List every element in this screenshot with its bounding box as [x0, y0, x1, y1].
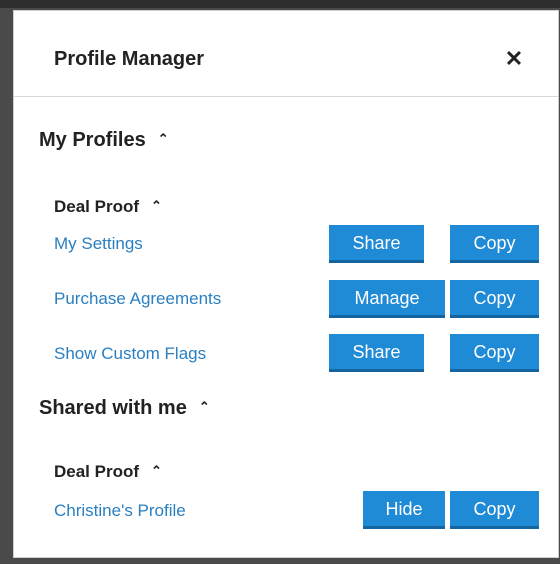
- share-button[interactable]: Share: [329, 334, 424, 372]
- chevron-up-icon[interactable]: ⌃: [199, 399, 210, 415]
- group-heading-label: Deal Proof: [54, 197, 140, 216]
- chevron-up-icon[interactable]: ⌃: [151, 198, 162, 214]
- manage-button[interactable]: Manage: [329, 280, 445, 318]
- copy-button[interactable]: Copy: [450, 491, 539, 529]
- shared-with-me-heading-label: Shared with me: [39, 397, 187, 419]
- copy-button[interactable]: Copy: [450, 225, 539, 263]
- page-backdrop: Profile Manager ✕ My Profiles ⌃ Deal Proo…: [0, 0, 560, 564]
- my-profiles-heading[interactable]: My Profiles ⌃: [39, 129, 169, 152]
- hide-button[interactable]: Hide: [363, 491, 445, 529]
- profile-link-my-settings[interactable]: My Settings: [54, 234, 143, 254]
- profile-manager-dialog: Profile Manager ✕ My Profiles ⌃ Deal Proo…: [13, 10, 559, 558]
- profile-link-show-custom-flags[interactable]: Show Custom Flags: [54, 344, 206, 364]
- dialog-header: Profile Manager ✕: [14, 11, 558, 97]
- my-profiles-heading-label: My Profiles: [39, 129, 146, 151]
- my-profiles-group-deal-proof[interactable]: Deal Proof ⌃: [54, 197, 162, 217]
- group-heading-label: Deal Proof: [54, 462, 140, 481]
- copy-button[interactable]: Copy: [450, 280, 539, 318]
- background-top-strip: [0, 0, 560, 8]
- chevron-up-icon[interactable]: ⌃: [151, 463, 162, 479]
- dialog-title: Profile Manager: [54, 48, 205, 70]
- copy-button[interactable]: Copy: [450, 334, 539, 372]
- chevron-up-icon[interactable]: ⌃: [158, 131, 169, 147]
- shared-group-deal-proof[interactable]: Deal Proof ⌃: [54, 462, 162, 482]
- profile-link-christines-profile[interactable]: Christine's Profile: [54, 501, 186, 521]
- close-icon[interactable]: ✕: [502, 47, 526, 71]
- profile-link-purchase-agreements[interactable]: Purchase Agreements: [54, 289, 221, 309]
- shared-with-me-heading[interactable]: Shared with me ⌃: [39, 397, 210, 420]
- share-button[interactable]: Share: [329, 225, 424, 263]
